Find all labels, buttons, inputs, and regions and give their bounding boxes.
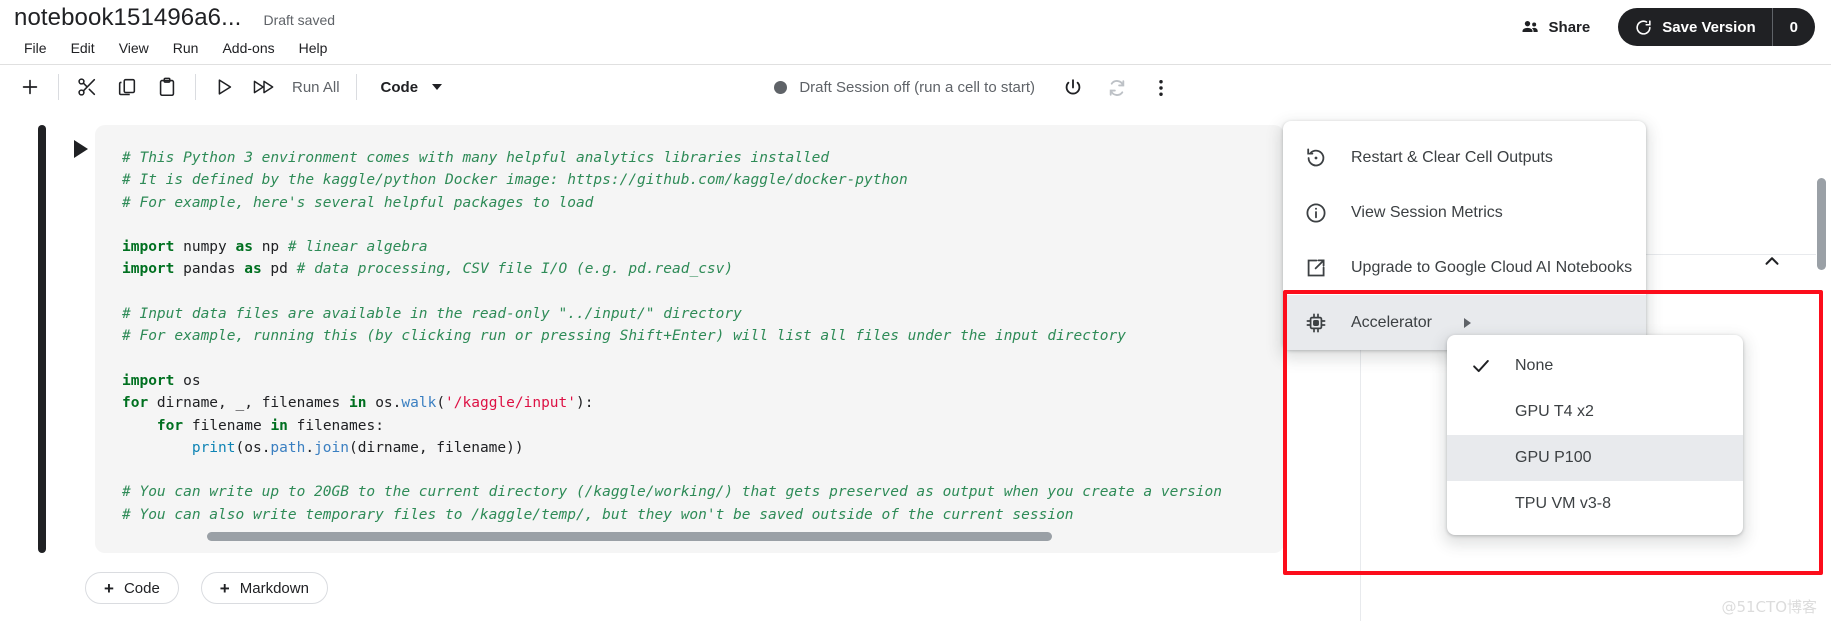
cell-selection-bar (38, 125, 46, 553)
watermark: @51CTO博客 (1721, 598, 1817, 616)
toolbar-right-group: Draft Session off (run a cell to start) (774, 65, 1181, 110)
accelerator-option-label: None (1515, 357, 1554, 374)
menu-item-upgrade-gcp[interactable]: Upgrade to Google Cloud AI Notebooks (1283, 240, 1646, 295)
session-controls (1053, 68, 1181, 108)
run-all-button[interactable] (244, 67, 284, 107)
paste-button[interactable] (147, 67, 187, 107)
menu-item-label: View Session Metrics (1351, 203, 1503, 221)
submenu-arrow-icon (1463, 317, 1471, 328)
play-icon (213, 76, 235, 98)
add-markdown-cell-button[interactable]: + Markdown (200, 572, 328, 604)
people-icon (1520, 17, 1540, 37)
chevron-up-icon (1761, 250, 1783, 272)
info-icon (1303, 201, 1329, 225)
restart-clear-icon (1303, 146, 1329, 170)
chip-icon (1303, 311, 1329, 335)
clipboard-icon (156, 76, 178, 98)
copy-icon (116, 76, 138, 98)
accelerator-option-gpu-p100[interactable]: GPU P100 (1447, 435, 1743, 481)
accelerator-option-label: GPU P100 (1515, 449, 1592, 466)
add-code-cell-button[interactable]: + Code (85, 572, 179, 604)
page-title[interactable]: notebook151496a6... (14, 4, 241, 32)
cell-type-select[interactable]: Code (371, 73, 453, 102)
save-state-label: Draft saved (263, 12, 336, 28)
session-status: Draft Session off (run a cell to start) (774, 79, 1035, 96)
version-count-badge[interactable]: 0 (1773, 19, 1815, 36)
cut-button[interactable] (67, 67, 107, 107)
add-code-label: Code (123, 579, 160, 597)
sidebar-collapse-button[interactable] (1761, 250, 1783, 272)
session-options-menu: Restart & Clear Cell Outputs View Sessio… (1283, 121, 1646, 350)
menubar-item-addons[interactable]: Add-ons (212, 36, 284, 60)
save-version-main[interactable]: Save Version (1618, 8, 1771, 46)
menubar-item-help[interactable]: Help (289, 36, 338, 60)
kebab-menu-icon (1150, 77, 1172, 99)
title-row: notebook151496a6... Draft saved (14, 4, 335, 32)
menubar-item-run[interactable]: Run (163, 36, 209, 60)
accelerator-option-label: TPU VM v3-8 (1515, 495, 1612, 512)
menu-bar: File Edit View Run Add-ons Help (14, 36, 337, 60)
run-cell-button[interactable] (204, 67, 244, 107)
menu-item-restart-clear[interactable]: Restart & Clear Cell Outputs (1283, 130, 1646, 185)
add-markdown-label: Markdown (239, 579, 309, 597)
fast-forward-icon (251, 76, 277, 98)
share-button[interactable]: Share (1510, 11, 1601, 43)
check-icon (1469, 355, 1493, 377)
external-link-icon (1303, 256, 1329, 280)
app-header: notebook151496a6... Draft saved File Edi… (0, 0, 1831, 74)
refresh-icon (1106, 77, 1128, 99)
menu-item-label: Accelerator (1351, 313, 1432, 331)
chevron-down-icon (432, 84, 443, 90)
accelerator-option-none[interactable]: None (1447, 343, 1743, 389)
more-options-button[interactable] (1141, 68, 1181, 108)
restart-session-button[interactable] (1097, 68, 1137, 108)
toolbar-divider-1 (58, 74, 59, 100)
save-version-button[interactable]: Save Version 0 (1618, 8, 1815, 46)
accelerator-option-label: GPU T4 x2 (1515, 403, 1594, 420)
menubar-item-view[interactable]: View (109, 36, 159, 60)
power-icon (1062, 77, 1084, 99)
toolbar-divider-2 (195, 74, 196, 100)
share-label: Share (1548, 18, 1591, 36)
copy-button[interactable] (107, 67, 147, 107)
code-editor[interactable]: # This Python 3 environment comes with m… (95, 125, 1284, 553)
add-cell-row: + Code + Markdown (85, 572, 328, 604)
add-cell-button[interactable] (10, 67, 50, 107)
play-icon (74, 140, 88, 158)
kaggle-notebook-app: notebook151496a6... Draft saved File Edi… (0, 0, 1831, 621)
toolbar-left-group: Run All Code (0, 65, 452, 110)
vertical-scrollbar[interactable] (1817, 178, 1826, 270)
run-all-label[interactable]: Run All (284, 73, 348, 102)
session-status-label: Draft Session off (run a cell to start) (799, 79, 1035, 96)
save-version-label: Save Version (1662, 18, 1756, 36)
plus-icon: + (104, 578, 114, 598)
notebook-toolbar: Run All Code Draft Session off (run a ce… (0, 64, 1831, 109)
menu-item-label: Restart & Clear Cell Outputs (1351, 148, 1553, 166)
plus-icon (19, 76, 41, 98)
menubar-item-edit[interactable]: Edit (61, 36, 105, 60)
menubar-item-file[interactable]: File (14, 36, 57, 60)
power-button[interactable] (1053, 68, 1093, 108)
menu-item-label: Upgrade to Google Cloud AI Notebooks (1351, 258, 1633, 276)
horizontal-scrollbar[interactable] (207, 532, 1052, 541)
cell-type-value: Code (380, 78, 419, 96)
menu-item-session-metrics[interactable]: View Session Metrics (1283, 185, 1646, 240)
accelerator-option-tpu-vm[interactable]: TPU VM v3-8 (1447, 481, 1743, 527)
status-dot-icon (774, 81, 788, 94)
header-actions: Share Save Version 0 (1510, 8, 1815, 46)
plus-icon: + (219, 578, 230, 598)
code-cell-gutter (38, 125, 103, 553)
code-content[interactable]: # This Python 3 environment comes with m… (95, 147, 1284, 526)
clock-rotate-icon (1634, 18, 1653, 37)
accelerator-option-gpu-t4[interactable]: GPU T4 x2 (1447, 389, 1743, 435)
toolbar-divider-3 (355, 74, 357, 100)
accelerator-submenu: None GPU T4 x2 GPU P100 TPU VM v3-8 (1447, 335, 1743, 535)
scissors-icon (76, 76, 98, 98)
